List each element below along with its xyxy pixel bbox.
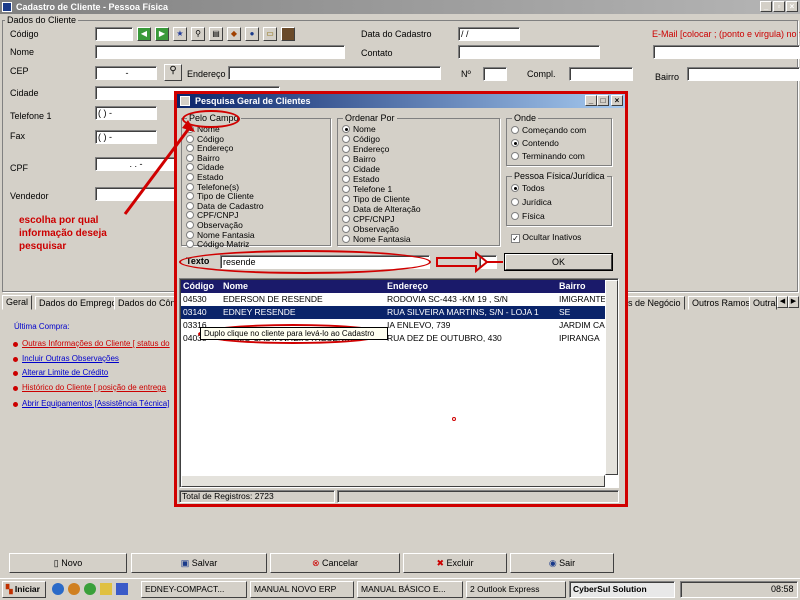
annotation-arrows (123, 120, 503, 274)
annotation-line: pesquisar (19, 241, 67, 252)
annotation-line: informação deseja (19, 228, 107, 239)
annotation-escolha: escolha por qual informação deseja pesqu… (19, 214, 107, 253)
arrow-to-ok-icon (436, 250, 489, 274)
annotation-arrow-line (123, 126, 192, 215)
annotation-line: escolha por qual (19, 215, 99, 226)
